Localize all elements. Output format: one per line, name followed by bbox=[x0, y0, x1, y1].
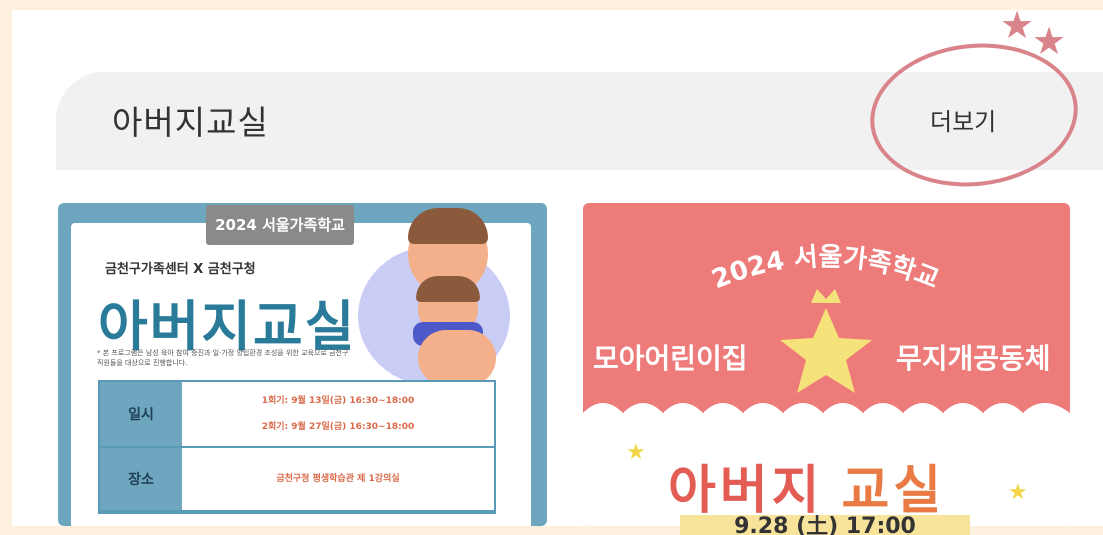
session-2: 2회기: 9월 27일(금) 16:30~18:00 bbox=[261, 422, 415, 432]
poster-left-text: 모아어린이집 bbox=[593, 342, 748, 375]
star-icon: ★ bbox=[1032, 19, 1067, 63]
child-hair bbox=[416, 276, 480, 302]
session-1: 1회기: 9월 13일(금) 16:30~18:00 bbox=[261, 396, 415, 406]
father-hair bbox=[408, 208, 488, 244]
star-mascot-icon bbox=[780, 308, 872, 393]
poster-info-table: 일시 1회기: 9월 13일(금) 16:30~18:00 2회기: 9월 27… bbox=[98, 380, 496, 514]
sparkle-icon: ★ bbox=[626, 440, 646, 465]
poster-description: * 본 프로그램은 남성 육아 참여 증진과 일·가정 양립환경 조성을 위한 … bbox=[97, 349, 349, 367]
svg-text:2024 서울가족학교: 2024 서울가족학교 bbox=[708, 242, 943, 295]
poster-organizer: 금천구가족센터 X 금천구청 bbox=[105, 262, 256, 277]
row-value: 1회기: 9월 13일(금) 16:30~18:00 2회기: 9월 27일(금… bbox=[182, 382, 494, 446]
poster-big-title: 아버지 교실 bbox=[668, 448, 945, 523]
big-title-part2: 교실 bbox=[841, 461, 946, 521]
poster-date: 9.28 (土) 17:00 bbox=[680, 515, 970, 535]
poster-banner: 2024 서울가족학교 bbox=[206, 205, 354, 245]
row-label: 일시 bbox=[100, 382, 182, 446]
table-row: 장소 금천구청 평생학습관 제 1강의실 bbox=[100, 448, 494, 512]
big-title-part1: 아버지 bbox=[668, 461, 824, 521]
hands-illustration bbox=[418, 330, 496, 386]
poster-right-text: 무지개공동체 bbox=[896, 342, 1051, 375]
table-row: 일시 1회기: 9월 13일(금) 16:30~18:00 2회기: 9월 27… bbox=[100, 382, 494, 448]
row-value: 금천구청 평생학습관 제 1강의실 bbox=[276, 474, 400, 484]
row-label: 장소 bbox=[100, 448, 182, 510]
sparkle-icon: ★ bbox=[1008, 480, 1028, 505]
star-icon: ★ bbox=[1000, 3, 1035, 47]
section-title: 아버지교실 bbox=[112, 103, 269, 142]
